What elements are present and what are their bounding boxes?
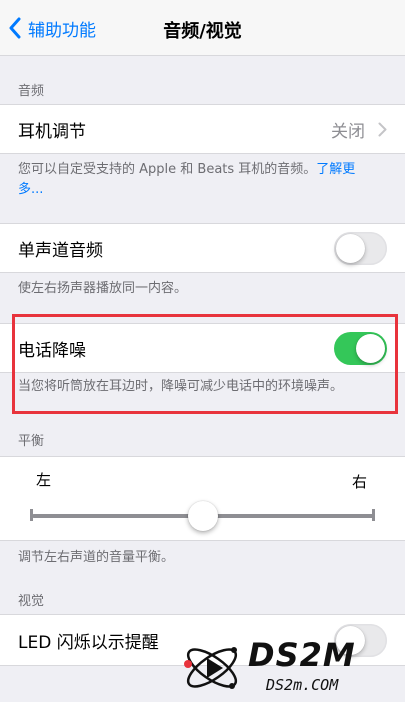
balance-left-label: 左: [36, 471, 52, 489]
toggle-knob: [356, 333, 385, 363]
atom-logo-icon: [184, 647, 238, 689]
chevron-right-icon: [378, 122, 387, 136]
mono-audio-footer: 使左右扬声器播放同一内容。: [18, 281, 188, 296]
headphone-accommodations-value: 关闭: [331, 121, 365, 142]
led-flash-label: LED 闪烁以示提醒: [18, 632, 159, 653]
phone-noise-cancellation-footer: 当您将听筒放在耳边时，降噪可减少电话中的环境噪声。: [18, 379, 344, 394]
balance-slider-right-tick: [372, 509, 375, 521]
watermark-sub-text: DS2m.COM: [266, 676, 339, 694]
mono-audio-row: 单声道音频: [0, 223, 405, 273]
balance-slider-thumb[interactable]: [188, 501, 218, 531]
phone-noise-cancellation-label: 电话降噪: [18, 340, 86, 361]
audio-footer: 您可以自定受支持的 Apple 和 Beats 耳机的音频。了解更 多...: [18, 160, 389, 200]
balance-right-label: 右: [352, 473, 368, 491]
section-header-audio: 音频: [18, 84, 45, 99]
balance-footer: 调节左右声道的音量平衡。: [18, 550, 175, 565]
navigation-bar: 辅助功能 音频/视觉: [0, 0, 405, 56]
toggle-knob: [336, 233, 365, 263]
section-header-visual: 视觉: [18, 594, 45, 609]
audio-footer-text: 您可以自定受支持的 Apple 和 Beats 耳机的音频。: [18, 162, 317, 177]
learn-more-link[interactable]: 了解更: [316, 162, 355, 177]
mono-audio-toggle[interactable]: [334, 231, 387, 265]
section-header-balance: 平衡: [18, 434, 45, 449]
balance-row: 左 右: [0, 456, 405, 541]
watermark-logo: DS2M DS2m.COM: [180, 636, 400, 698]
phone-noise-cancellation-toggle[interactable]: [334, 331, 387, 365]
page-title: 音频/视觉: [163, 21, 242, 42]
headphone-accommodations-row[interactable]: 耳机调节 关闭: [0, 104, 405, 154]
watermark-main-text: DS2M: [248, 636, 356, 674]
mono-audio-label: 单声道音频: [18, 240, 103, 261]
balance-slider-left-tick: [30, 509, 33, 521]
headphone-accommodations-label: 耳机调节: [18, 121, 86, 142]
phone-noise-cancellation-row: 电话降噪: [0, 323, 405, 373]
learn-more-link-continued[interactable]: 多...: [18, 182, 43, 197]
